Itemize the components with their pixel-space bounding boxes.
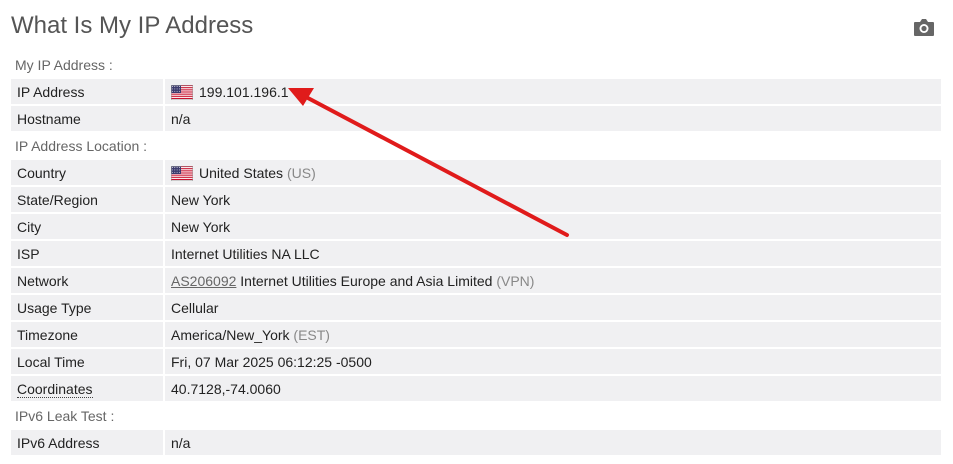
- hostname-value: n/a: [165, 106, 941, 131]
- country-code: (US): [286, 164, 316, 181]
- row-network: Network AS206092 Internet Utilities Euro…: [11, 268, 941, 293]
- section-location: IP Address Location :: [11, 133, 941, 158]
- row-label: IPv6 Address: [11, 430, 165, 455]
- state-value: New York: [165, 187, 941, 212]
- row-city: City New York: [11, 214, 941, 239]
- row-label: City: [11, 214, 165, 239]
- row-label: State/Region: [11, 187, 165, 212]
- row-value: America/New_York (EST): [165, 322, 941, 347]
- section-ipv6: IPv6 Leak Test :: [11, 403, 941, 428]
- row-value: 199.101.196.1: [165, 79, 941, 104]
- row-label: Timezone: [11, 322, 165, 347]
- section-label: IP Address Location :: [11, 133, 941, 158]
- ip-address-value[interactable]: 199.101.196.1: [199, 84, 289, 100]
- ipv6-address-value: n/a: [165, 430, 941, 455]
- row-timezone: Timezone America/New_York (EST): [11, 322, 941, 347]
- city-value: New York: [165, 214, 941, 239]
- ip-info-table: My IP Address : IP Address 199.101.196.1…: [11, 50, 941, 457]
- row-value: United States (US): [165, 160, 941, 185]
- row-isp: ISP Internet Utilities NA LLC: [11, 241, 941, 266]
- us-flag-icon: [171, 84, 193, 100]
- page-title: What Is My IP Address: [11, 12, 254, 39]
- row-usage-type: Usage Type Cellular: [11, 295, 941, 320]
- row-local-time: Local Time Fri, 07 Mar 2025 06:12:25 -05…: [11, 349, 941, 374]
- camera-icon[interactable]: [913, 17, 935, 37]
- row-country: Country United States (US): [11, 160, 941, 185]
- row-label: Hostname: [11, 106, 165, 131]
- asn-link[interactable]: AS206092: [171, 273, 236, 289]
- timezone-abbr: (EST): [293, 326, 330, 343]
- network-tag: (VPN): [496, 272, 535, 289]
- row-label: Country: [11, 160, 165, 185]
- row-ipv6-address: IPv6 Address n/a: [11, 430, 941, 455]
- row-label: Coordinates: [11, 376, 165, 401]
- section-label: My IP Address :: [11, 52, 941, 77]
- timezone-value: America/New_York: [171, 326, 290, 343]
- row-coordinates: Coordinates 40.7128,-74.0060: [11, 376, 941, 401]
- row-label: ISP: [11, 241, 165, 266]
- usage-type-value: Cellular: [165, 295, 941, 320]
- coordinates-label[interactable]: Coordinates: [17, 380, 93, 398]
- section-my-ip: My IP Address :: [11, 52, 941, 77]
- row-label: Local Time: [11, 349, 165, 374]
- row-label: Network: [11, 268, 165, 293]
- row-state: State/Region New York: [11, 187, 941, 212]
- isp-value: Internet Utilities NA LLC: [165, 241, 941, 266]
- row-label: IP Address: [11, 79, 165, 104]
- row-value: AS206092 Internet Utilities Europe and A…: [165, 268, 941, 293]
- coordinates-value: 40.7128,-74.0060: [165, 376, 941, 401]
- row-ip-address: IP Address 199.101.196.1: [11, 79, 941, 104]
- row-label: Usage Type: [11, 295, 165, 320]
- section-label: IPv6 Leak Test :: [11, 403, 941, 428]
- row-hostname: Hostname n/a: [11, 106, 941, 131]
- us-flag-icon: [171, 165, 193, 181]
- network-name: Internet Utilities Europe and Asia Limit…: [240, 272, 493, 289]
- country-value: United States: [199, 164, 284, 181]
- local-time-value: Fri, 07 Mar 2025 06:12:25 -0500: [165, 349, 941, 374]
